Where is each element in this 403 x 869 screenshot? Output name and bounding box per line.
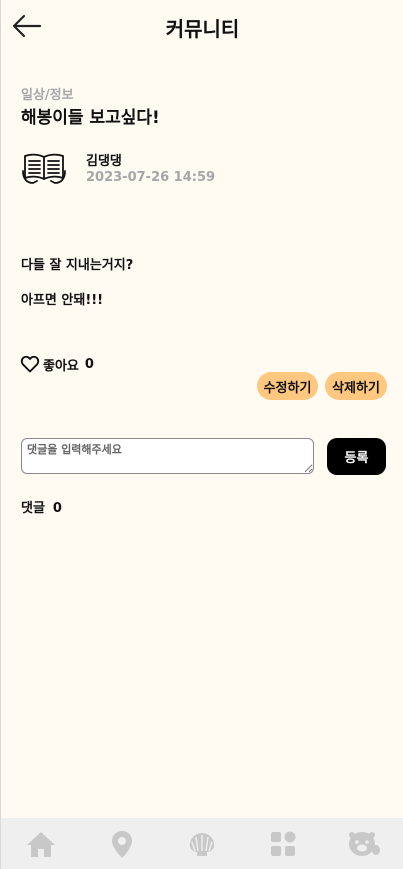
post-content-line: 아프면 안돼!!! (21, 293, 104, 308)
comment-count-row: 댓글 0 (21, 497, 62, 516)
comment-label: 댓글 (21, 501, 45, 516)
post-title: 해봉이들 보고싶다! (21, 108, 160, 128)
like-count: 0 (84, 356, 94, 372)
author-avatar (21, 151, 67, 187)
nav-profile[interactable] (344, 824, 384, 864)
post-category: 일상/정보 (21, 88, 74, 103)
header: 커뮤니티 (1, 0, 403, 56)
heart-outline-icon (20, 355, 40, 373)
shell-icon (190, 832, 215, 856)
comment-count: 0 (52, 501, 62, 516)
comment-submit-button[interactable]: 등록 (327, 438, 386, 475)
map-pin-icon (111, 830, 132, 858)
post-content-line: 다들 잘 지내는거지? (21, 258, 134, 273)
author-name: 김댕댕 (86, 154, 122, 169)
post-date: 2023-07-26 14:59 (86, 170, 216, 185)
comment-input[interactable] (21, 438, 314, 474)
nav-home[interactable] (21, 824, 61, 864)
like-button[interactable]: 좋아요 0 (20, 353, 94, 375)
otter-icon (348, 831, 380, 856)
grid-icon (271, 831, 296, 856)
bottom-nav (1, 818, 403, 869)
nav-shell[interactable] (182, 824, 222, 864)
home-icon (27, 831, 56, 857)
nav-map[interactable] (102, 824, 142, 864)
edit-button[interactable]: 수정하기 (257, 372, 318, 400)
like-label: 좋아요 (43, 358, 79, 374)
page-title: 커뮤니티 (165, 17, 240, 41)
delete-button[interactable]: 삭제하기 (325, 372, 387, 400)
nav-grid[interactable] (263, 824, 303, 864)
open-book-icon (22, 153, 66, 184)
